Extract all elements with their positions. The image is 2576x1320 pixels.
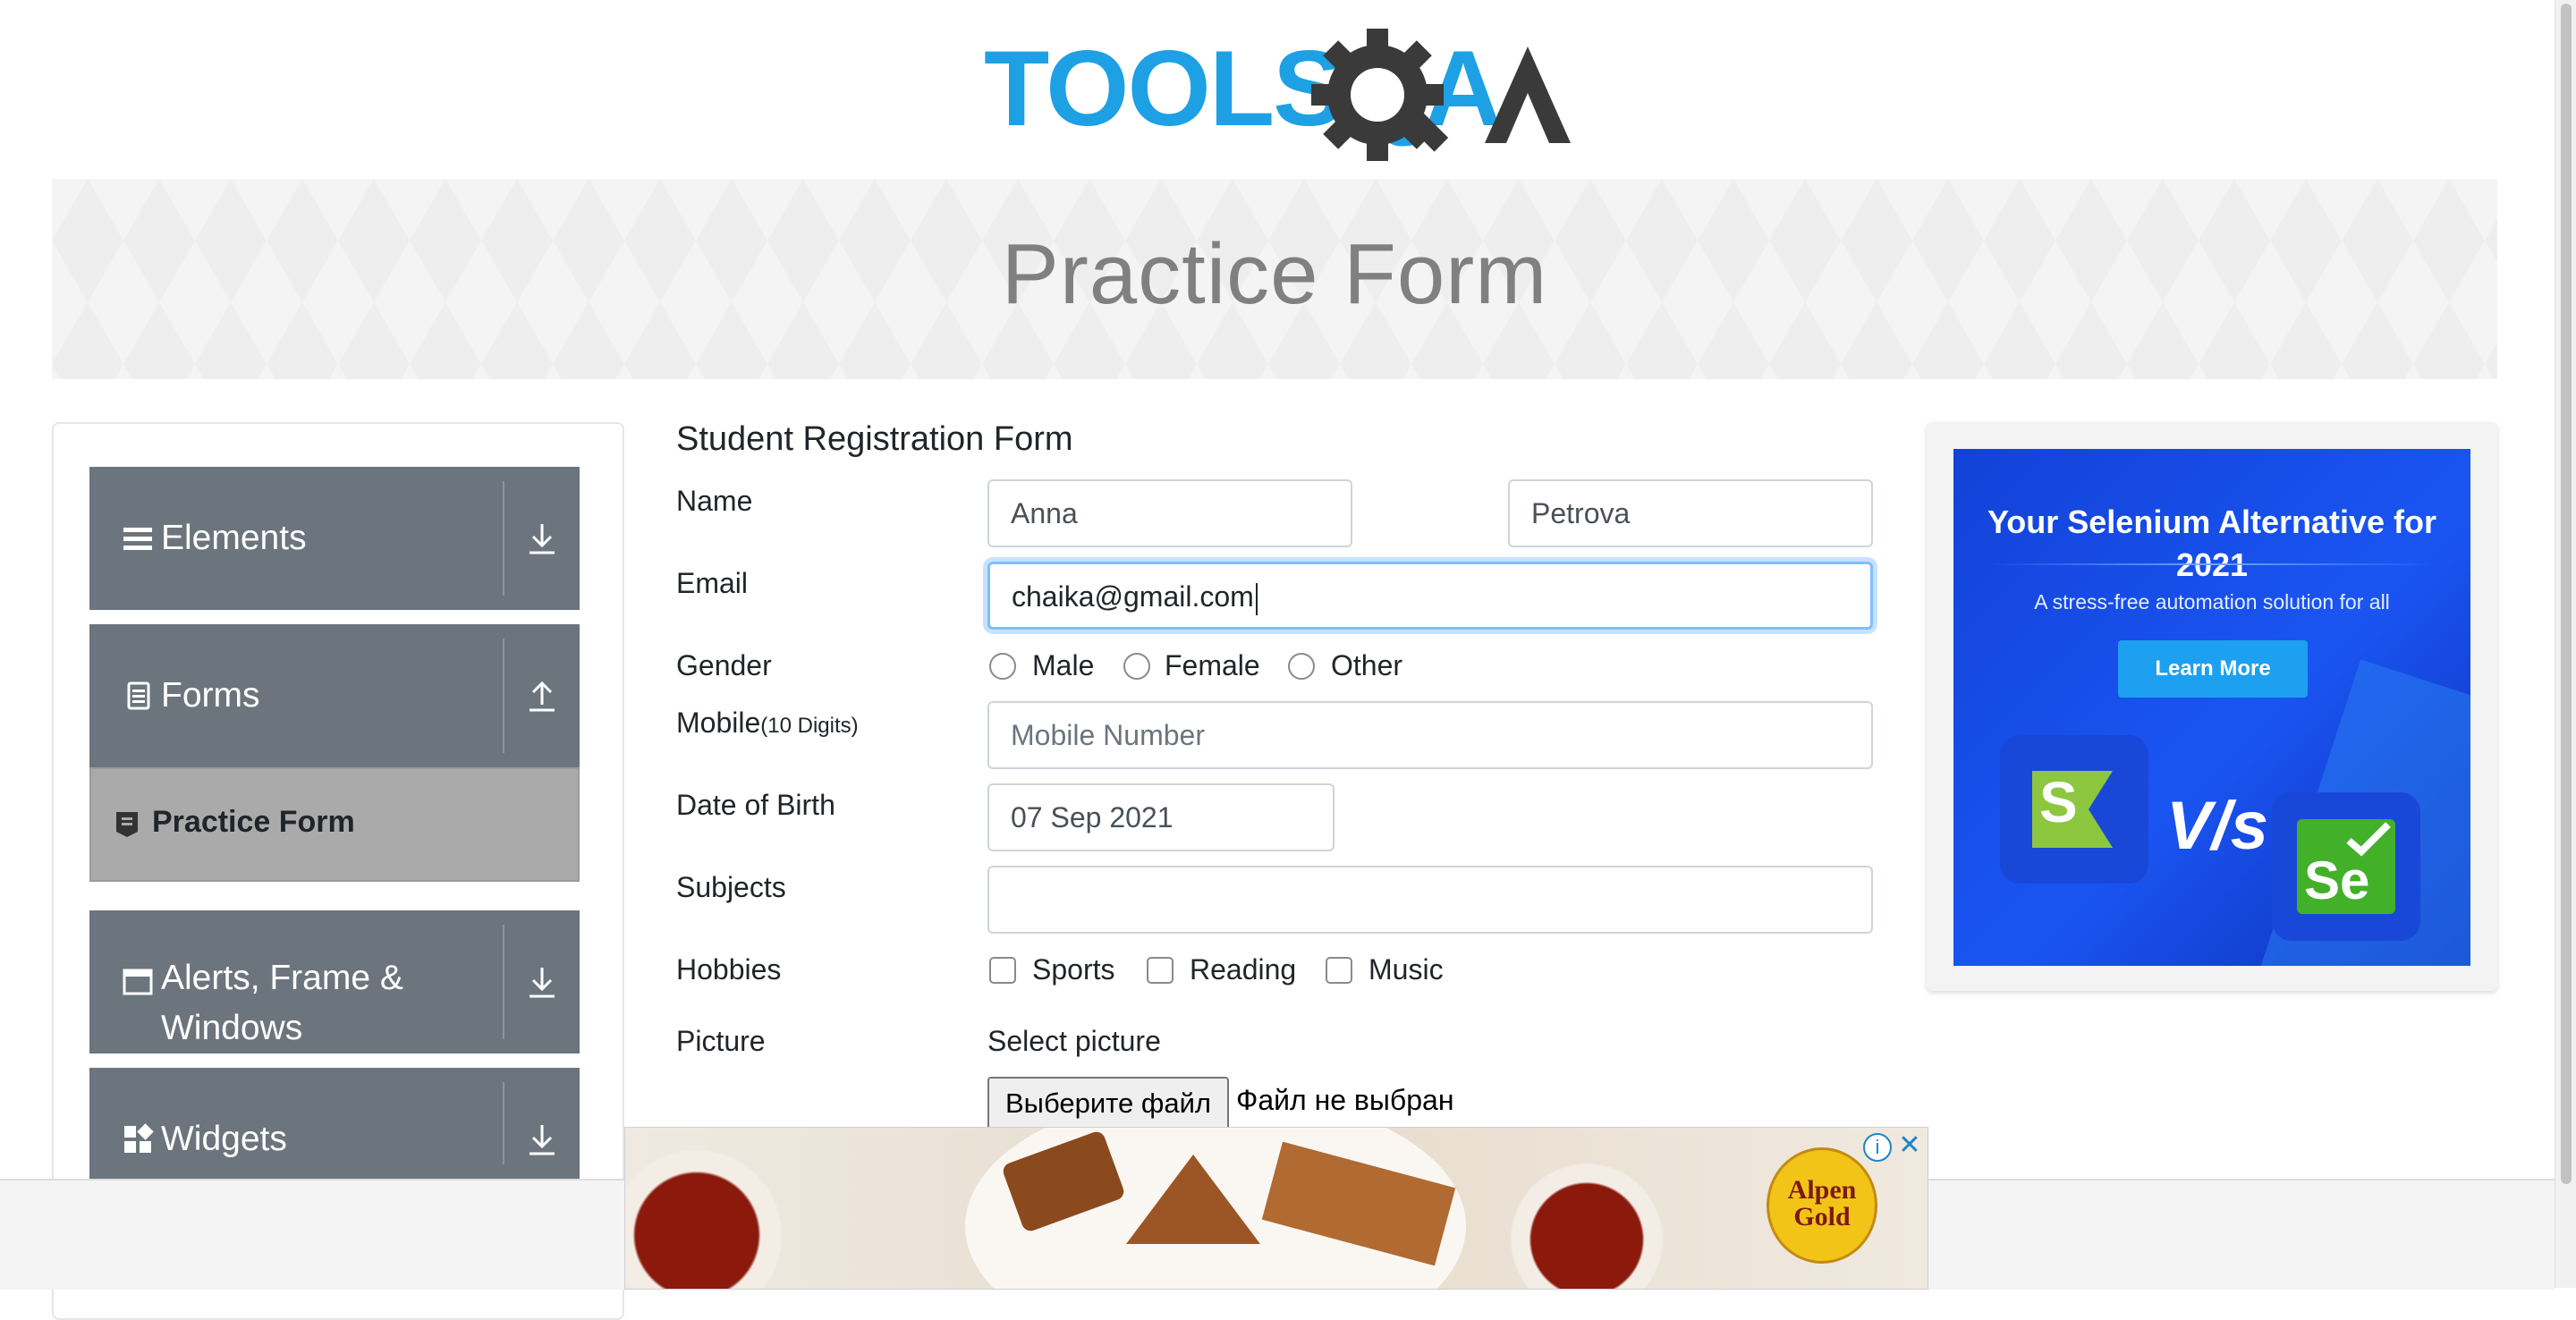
email-input[interactable]: chaika@gmail.com: [987, 562, 1873, 630]
ad-headline: Your Selenium Alternative for 2021: [1987, 503, 2437, 583]
subjects-label: Subjects: [676, 871, 786, 903]
gender-male-label[interactable]: Male: [1032, 649, 1094, 682]
sidebar-group-widgets[interactable]: Widgets: [89, 1068, 580, 1179]
mobile-label: Mobile(10 Digits): [676, 707, 859, 740]
selenium-alternative-ad[interactable]: Your Selenium Alternative for 2021 A str…: [1953, 449, 2470, 966]
ad-divider: [1989, 563, 2435, 565]
checkmark-icon: [2346, 822, 2391, 857]
ad-vs-text: V/s: [2166, 788, 2269, 864]
form-doc-icon: [116, 812, 138, 837]
scrollbar-thumb[interactable]: [2561, 4, 2572, 1184]
hobby-reading-label[interactable]: Reading: [1190, 953, 1296, 986]
alpen-gold-ad[interactable]: Alpen Gold i ✕: [624, 1127, 1928, 1290]
download-arrow-icon: [530, 968, 555, 998]
dob-label: Date of Birth: [676, 789, 835, 821]
ad-info-icon[interactable]: i: [1863, 1133, 1892, 1162]
hobby-music-label[interactable]: Music: [1368, 953, 1444, 986]
katalon-letter: S: [2039, 770, 2078, 834]
hobby-sports-checkbox[interactable]: [989, 957, 1016, 984]
hamburger-icon: [123, 528, 152, 550]
sidebar-group-label: Elements: [161, 519, 307, 557]
page-banner: Practice Form: [52, 179, 2497, 379]
dob-input[interactable]: 07 Sep 2021: [987, 783, 1335, 851]
window-icon: [123, 969, 153, 995]
hobby-music-checkbox[interactable]: [1326, 957, 1352, 984]
mobile-hint: (10 Digits): [760, 714, 859, 738]
ad-close-icon[interactable]: ✕: [1897, 1132, 1922, 1159]
page-title: Practice Form: [1001, 226, 1548, 322]
hobby-reading-checkbox[interactable]: [1147, 957, 1174, 984]
download-arrow-icon: [530, 524, 555, 554]
sidebar-group-label-line1: Alerts, Frame &: [161, 959, 403, 997]
email-value: chaika@gmail.com: [1012, 580, 1254, 613]
sidebar-group-label-line2: Windows: [161, 1009, 303, 1047]
gender-other-radio[interactable]: [1288, 653, 1315, 680]
sidebar-item-label: Practice Form: [152, 805, 355, 839]
divider: [503, 481, 504, 596]
gender-female-radio[interactable]: [1123, 653, 1150, 680]
tea-cup-left: [625, 1137, 795, 1289]
ad-subline: A stress-free automation solution for al…: [2034, 590, 2390, 613]
mobile-label-text: Mobile: [676, 707, 761, 739]
form-title: Student Registration Form: [676, 420, 1073, 458]
learn-more-button[interactable]: Learn More: [2118, 640, 2308, 698]
choose-file-button[interactable]: Выберите файл: [987, 1077, 1229, 1130]
sidebar-group-elements[interactable]: Elements: [89, 467, 580, 610]
divider: [503, 1082, 504, 1164]
sidebar-group-alerts[interactable]: Alerts, Frame & Windows: [89, 910, 580, 1053]
text-cursor: [1255, 582, 1258, 615]
hobbies-label: Hobbies: [676, 953, 782, 986]
sidebar-group-label: Forms: [161, 676, 260, 715]
toolsqa-logo[interactable]: TOOLSQA: [984, 25, 1574, 165]
subjects-input[interactable]: [987, 866, 1873, 934]
gender-male-radio[interactable]: [989, 653, 1016, 680]
gender-other-label[interactable]: Other: [1331, 649, 1402, 682]
upload-arrow-icon: [530, 681, 555, 712]
gender-female-label[interactable]: Female: [1165, 649, 1260, 682]
ad-tile-left: S: [2000, 735, 2148, 884]
select-picture-label: Select picture: [987, 1025, 1161, 1057]
alpen-gold-logo: Alpen Gold: [1767, 1147, 1877, 1264]
first-name-input[interactable]: Anna: [987, 479, 1352, 547]
tea-cup-right: [1502, 1155, 1672, 1289]
gender-label: Gender: [676, 649, 772, 681]
picture-label: Picture: [676, 1025, 766, 1057]
hobby-sports-label[interactable]: Sports: [1032, 953, 1114, 986]
selenium-letters: Se: [2304, 850, 2370, 910]
sidebar-group-label: Widgets: [161, 1120, 287, 1158]
widgets-icon: [124, 1123, 154, 1153]
divider: [503, 639, 504, 753]
page-scrollbar[interactable]: [2555, 0, 2576, 1288]
alpen-gold-brand: Alpen Gold: [1787, 1175, 1857, 1231]
document-icon: [127, 681, 150, 710]
name-label: Name: [676, 485, 753, 517]
sidebar-item-practice-form[interactable]: Practice Form: [89, 767, 580, 882]
divider: [503, 925, 504, 1039]
sidebar-group-forms[interactable]: Forms: [89, 624, 580, 767]
download-arrow-icon: [530, 1125, 555, 1155]
last-name-input[interactable]: Petrova: [1508, 479, 1873, 547]
file-status-text: Файл не выбран: [1236, 1084, 1454, 1116]
ad-tile-right: Se: [2272, 792, 2420, 941]
email-label: Email: [676, 567, 749, 599]
mobile-input[interactable]: Mobile Number: [987, 701, 1873, 769]
